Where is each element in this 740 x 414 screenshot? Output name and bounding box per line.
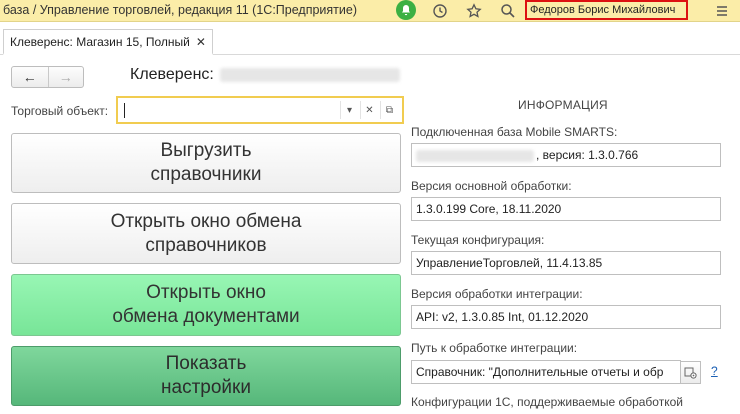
- db-label: Подключенная база Mobile SMARTS:: [411, 125, 618, 139]
- config-field: УправлениеТорговлей, 11.4.13.85: [411, 251, 721, 275]
- forward-button[interactable]: →: [47, 67, 84, 87]
- db-value: , версия: 1.3.0.766: [536, 148, 639, 162]
- db-field: , версия: 1.3.0.766: [411, 143, 721, 167]
- back-button[interactable]: ←: [12, 67, 48, 87]
- navigation-buttons: ← →: [11, 66, 84, 88]
- redacted-store-name: [219, 67, 400, 82]
- button-label-line2: обмена документами: [112, 306, 300, 327]
- form-title-text: Клеверенс:: [130, 66, 214, 83]
- tab-label: Клеверенс: Магазин 15, Полный: [10, 35, 190, 49]
- select-path-icon[interactable]: [680, 361, 701, 384]
- button-label-line1: Открыть окно обмена: [110, 210, 302, 232]
- form-title: Клеверенс:: [130, 66, 400, 84]
- history-icon[interactable]: [430, 1, 450, 21]
- button-label-line2: справочников: [145, 234, 267, 256]
- upload-references-button[interactable]: Выгрузить справочники: [11, 133, 401, 193]
- show-settings-button[interactable]: Показать настройки: [11, 346, 401, 406]
- trade-object-input[interactable]: [122, 101, 336, 120]
- base-version-label: Версия основной обработки:: [411, 179, 572, 193]
- window-titlebar: база / Управление торговлей, редакция 11…: [0, 0, 740, 22]
- dropdown-icon[interactable]: ▾: [340, 101, 358, 119]
- config-label: Текущая конфигурация:: [411, 233, 545, 247]
- tab-kleverens-store[interactable]: Клеверенс: Магазин 15, Полный ✕: [3, 29, 213, 55]
- text-cursor: [124, 103, 125, 118]
- open-icon[interactable]: ⧉: [380, 101, 398, 119]
- redacted-db-name: [416, 149, 534, 162]
- window-title: база / Управление торговлей, редакция 11…: [3, 3, 357, 17]
- integration-path-label: Путь к обработке интеграции:: [411, 341, 578, 355]
- open-documents-exchange-button[interactable]: Открыть окно обмена документами: [11, 274, 401, 336]
- menu-icon[interactable]: [712, 1, 732, 21]
- integration-version-field: API: v2, 1.3.0.85 Int, 01.12.2020: [411, 305, 721, 329]
- clear-icon[interactable]: ✕: [360, 101, 378, 119]
- trade-object-label: Торговый объект:: [11, 104, 109, 118]
- current-user[interactable]: Федоров Борис Михайлович: [525, 0, 688, 20]
- open-references-exchange-button[interactable]: Открыть окно обмена справочников: [11, 203, 401, 264]
- info-heading: ИНФОРМАЦИЯ: [518, 98, 608, 112]
- button-label-line1: Открыть окно: [146, 282, 266, 303]
- button-label-line2: справочники: [150, 164, 262, 185]
- button-label-line2: настройки: [161, 377, 251, 398]
- base-version-field: 1.3.0.199 Core, 18.11.2020: [411, 197, 721, 221]
- star-icon[interactable]: [464, 1, 484, 21]
- integration-path-field[interactable]: Справочник: "Дополнительные отчеты и обр: [411, 360, 681, 384]
- trade-object-field[interactable]: ▾ ✕ ⧉: [116, 96, 404, 124]
- search-icon[interactable]: [498, 1, 518, 21]
- help-link[interactable]: ?: [711, 364, 718, 378]
- notification-bell-icon[interactable]: [396, 0, 416, 20]
- button-label-line1: Выгрузить: [160, 140, 252, 161]
- supported-configs-label: Конфигурации 1С, поддерживаемые обработк…: [411, 395, 683, 409]
- integration-version-label: Версия обработки интеграции:: [411, 287, 583, 301]
- close-icon[interactable]: ✕: [196, 35, 206, 53]
- tab-bar: Клеверенс: Магазин 15, Полный ✕: [0, 23, 740, 55]
- button-label-line1: Показать: [165, 353, 247, 374]
